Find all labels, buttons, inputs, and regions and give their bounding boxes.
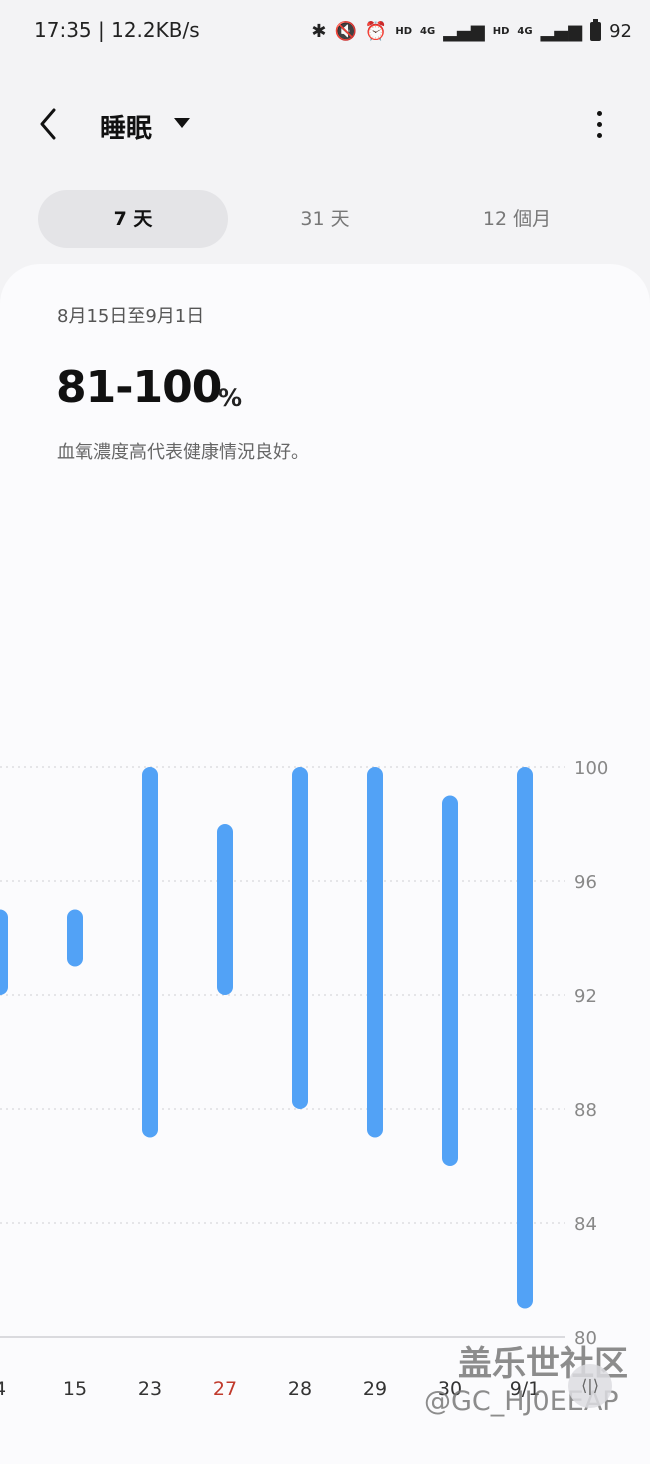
back-arrow-icon [40, 108, 56, 140]
x-tick-label: 29 [363, 1378, 387, 1400]
period-tabs: 7 天 31 天 12 個月 [38, 190, 612, 248]
oxygen-description: 血氧濃度高代表健康情況良好。 [57, 442, 309, 463]
dropdown-arrow-icon[interactable] [174, 118, 190, 128]
mute-icon: 🔇 [334, 20, 357, 42]
y-tick-label: 100 [574, 758, 608, 779]
more-dot-icon [597, 122, 602, 127]
status-bar: 17:35 | 12.2KB/s ✱ 🔇 ⏰ HD 4G ▂▄▆ HD 4G ▂… [0, 0, 650, 64]
more-dot-icon [597, 111, 602, 116]
y-tick-label: 88 [574, 1100, 597, 1121]
y-tick-label: 92 [574, 986, 597, 1007]
signal-icon-1: ▂▄▆ [443, 20, 485, 42]
battery-level: 92 [609, 20, 632, 42]
alarm-icon: ⏰ [364, 20, 388, 42]
blood-oxygen-chart[interactable]: 100969288848041523272829309/1 [0, 740, 650, 1430]
oxygen-range-value: 81-100 [56, 362, 222, 413]
y-tick-label: 84 [574, 1214, 597, 1235]
more-options-button[interactable] [584, 102, 614, 146]
back-button[interactable] [30, 104, 70, 144]
x-tick-label: 28 [288, 1378, 312, 1400]
hd-badge-2: HD [492, 25, 510, 37]
x-tick-label: 4 [0, 1378, 6, 1400]
x-tick-label: 15 [63, 1378, 87, 1400]
status-time: 17:35 | 12.2KB/s [34, 18, 200, 42]
y-tick-label: 96 [574, 872, 597, 893]
hd-badge-1: HD [395, 25, 413, 37]
tab-31-days[interactable]: 31 天 [230, 190, 420, 248]
network-badge-1: 4G [420, 25, 436, 37]
x-tick-label: 23 [138, 1378, 162, 1400]
tab-12-months[interactable]: 12 個月 [422, 190, 612, 248]
status-icons: ✱ 🔇 ⏰ HD 4G ▂▄▆ HD 4G ▂▄▆ 92 [311, 16, 632, 46]
header: 睡眠 [0, 88, 650, 160]
page-title[interactable]: 睡眠 [100, 108, 152, 145]
signal-icon-2: ▂▄▆ [540, 20, 583, 42]
more-dot-icon [597, 133, 602, 138]
network-badge-2: 4G [517, 25, 533, 37]
tab-7-days[interactable]: 7 天 [38, 190, 228, 248]
bluetooth-icon: ✱ [311, 20, 327, 42]
x-tick-label: 27 [213, 1378, 237, 1400]
battery-icon [590, 18, 602, 41]
date-range: 8月15日至9月1日 [57, 306, 205, 327]
chart-scroll-handle[interactable]: ⟨|⟩ [568, 1364, 612, 1408]
oxygen-range-unit: % [218, 384, 243, 412]
